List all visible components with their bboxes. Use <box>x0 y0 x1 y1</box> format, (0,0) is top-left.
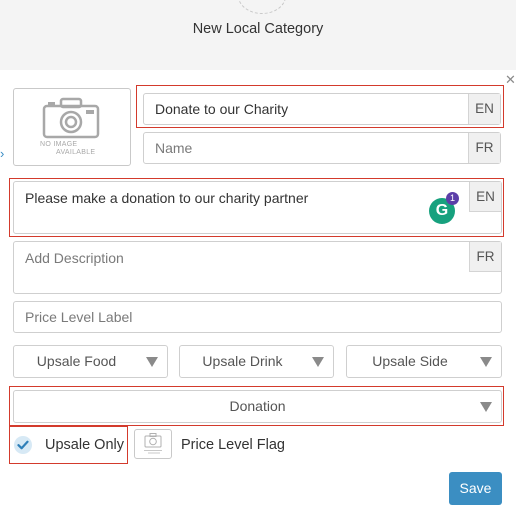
save-button[interactable]: Save <box>449 472 502 505</box>
category-image-upload[interactable]: NO IMAGE AVAILABLE <box>13 88 131 166</box>
name-fr-input[interactable]: Name FR <box>143 132 501 164</box>
close-icon[interactable]: ✕ <box>505 73 516 87</box>
upsale-food-value: Upsale Food <box>36 353 117 369</box>
lang-tag-en: EN <box>469 182 501 212</box>
description-fr-placeholder: Add Description <box>25 250 124 266</box>
name-en-value: Donate to our Charity <box>155 101 289 117</box>
no-image-text: NO IMAGE AVAILABLE <box>40 141 96 156</box>
camera-icon <box>42 97 100 139</box>
upsale-drink-value: Upsale Drink <box>202 353 283 369</box>
category-type-value: Donation <box>229 398 286 414</box>
upsale-food-select[interactable]: Upsale Food <box>13 345 168 378</box>
price-level-flag-label: Price Level Flag <box>181 437 285 453</box>
name-en-input[interactable]: Donate to our Charity EN <box>143 93 501 125</box>
upsale-side-value: Upsale Side <box>372 353 448 369</box>
upsale-only-checkbox[interactable] <box>14 436 32 454</box>
lang-tag-fr: FR <box>469 242 501 272</box>
upsale-only-label: Upsale Only <box>45 437 124 453</box>
upsale-drink-select[interactable]: Upsale Drink <box>179 345 334 378</box>
name-fr-placeholder: Name <box>155 140 193 156</box>
price-level-label-input[interactable]: Price Level Label <box>13 301 502 333</box>
description-fr-textarea[interactable]: Add Description FR <box>13 241 502 294</box>
caret-down-icon <box>312 357 324 367</box>
caret-down-icon <box>480 402 492 412</box>
chevron-left-icon[interactable]: › <box>0 146 8 162</box>
caret-down-icon <box>146 357 158 367</box>
caret-down-icon <box>480 357 492 367</box>
upsale-side-select[interactable]: Upsale Side <box>346 345 502 378</box>
lang-tag-fr: FR <box>468 133 500 163</box>
category-type-select[interactable]: Donation <box>13 390 502 423</box>
dialog-title: New Local Category <box>192 21 324 37</box>
camera-icon <box>144 433 162 454</box>
lang-tag-en: EN <box>468 94 500 124</box>
grammarly-badge: 1 <box>446 192 459 205</box>
dialog-header: New Local Category <box>0 0 516 70</box>
header-decoration <box>238 0 286 14</box>
check-icon <box>17 440 29 450</box>
price-level-label-placeholder: Price Level Label <box>25 309 133 325</box>
description-en-value: Please make a donation to our charity pa… <box>25 190 309 206</box>
price-level-flag-image[interactable] <box>134 429 172 459</box>
